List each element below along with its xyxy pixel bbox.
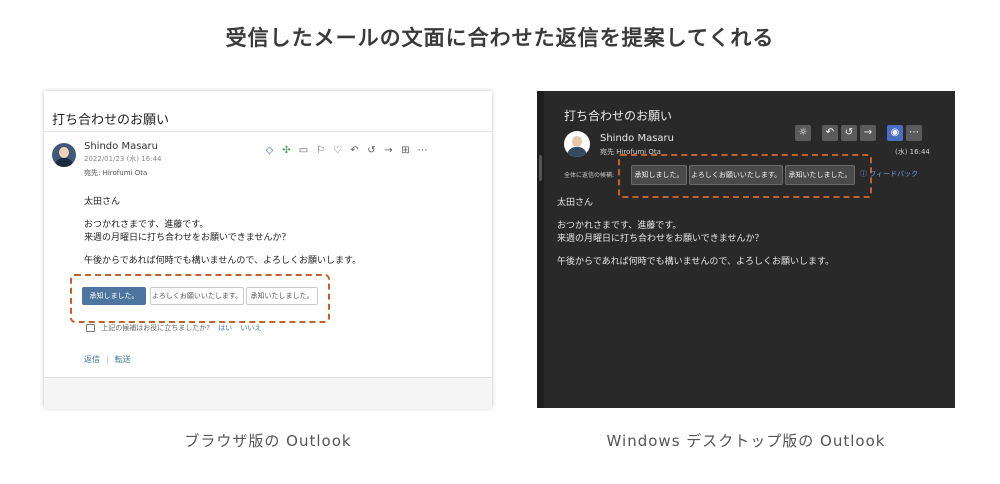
feedback-link-label: フィードバック — [869, 170, 919, 178]
email-subject: 打ち合わせのお願い — [564, 109, 673, 123]
body-greeting: 太田さん — [84, 197, 121, 207]
sender-name[interactable]: Shindo Masaru — [84, 141, 158, 152]
suggested-replies-label: 全体に返信の候補: — [564, 172, 615, 179]
body-line: 午後からであれば何時でも構いませんので、よろしくお願いします。 — [84, 256, 362, 266]
message-toolbar: ☼ ↶ ↺ → ◉ ⋯ — [795, 125, 922, 141]
message-toolbar: ◇ ✣ ▭ ⚐ ♡ ↶ ↺ → ⊞ ⋯ — [264, 145, 428, 156]
comment-icon — [86, 324, 95, 332]
forward-link[interactable]: 転送 — [115, 355, 131, 364]
reply-actions: 返信 | 転送 — [84, 354, 131, 365]
body-line: おつかれさまです、進藤です。 — [557, 221, 682, 231]
body-line: おつかれさまです、進藤です。 — [84, 220, 209, 230]
sender-name[interactable]: Shindo Masaru — [600, 133, 674, 144]
reply-all-icon[interactable]: ↺ — [366, 145, 377, 156]
email-date: (水) 16:44 — [895, 148, 930, 156]
suggested-reply-button[interactable]: 承知いたしました。 — [246, 287, 318, 305]
feedback-yes-link[interactable]: はい — [218, 324, 232, 332]
avatar — [564, 131, 590, 157]
suggested-reply-button[interactable]: よろしくお願いいたします。 — [150, 287, 244, 305]
like-icon[interactable]: ♡ — [332, 145, 343, 156]
reply-all-icon[interactable]: ↺ — [841, 125, 857, 141]
suggested-reply-button[interactable]: よろしくお願いいたします。 — [689, 165, 783, 185]
tag-icon[interactable]: ▭ — [298, 145, 309, 156]
body-line: 午後からであれば何時でも構いませんので、よろしくお願いします。 — [557, 257, 835, 267]
more-icon[interactable]: ⋯ — [906, 125, 922, 141]
caption-desktop: Windows デスクトップ版の Outlook — [606, 432, 886, 450]
flag-icon[interactable]: ⚐ — [315, 145, 326, 156]
resize-handle[interactable] — [539, 155, 542, 181]
reply-icon[interactable]: ↶ — [349, 145, 360, 156]
body-greeting: 太田さん — [557, 198, 594, 208]
bottom-bar — [44, 377, 492, 409]
grid-icon[interactable]: ⊞ — [400, 145, 411, 156]
separator: | — [106, 355, 109, 364]
email-body: 太田さん おつかれさまです、進藤です。 来週の月曜日に打ち合わせをお願いできませ… — [84, 196, 361, 278]
pane-edge — [537, 91, 544, 408]
caption-browser: ブラウザ版の Outlook — [184, 432, 352, 450]
feedback-no-link[interactable]: いいえ — [240, 324, 261, 332]
feedback-link[interactable]: ⓘ フィードバック — [860, 169, 918, 179]
email-body: 太田さん おつかれさまです、進藤です。 来週の月曜日に打ち合わせをお願いできませ… — [557, 197, 834, 279]
suggested-reply-button[interactable]: 承知いたしました。 — [785, 165, 855, 185]
forward-icon[interactable]: → — [860, 125, 876, 141]
divider — [44, 131, 492, 132]
teams-icon[interactable]: ◉ — [887, 125, 903, 141]
suggestion-feedback: 上記の候補はお役に立ちましたか? はい いいえ — [86, 323, 261, 333]
page-headline: 受信したメールの文面に合わせた返信を提案してくれる — [225, 26, 775, 50]
feedback-question: 上記の候補はお役に立ちましたか? — [101, 324, 210, 332]
body-line: 来週の月曜日に打ち合わせをお願いできませんか？ — [557, 234, 764, 244]
apps-icon[interactable]: ✣ — [281, 145, 292, 156]
reply-icon[interactable]: ↶ — [822, 125, 838, 141]
desktop-outlook-panel: 打ち合わせのお願い Shindo Masaru 宛先 Hirofumi Ota … — [537, 91, 955, 408]
translate-icon[interactable]: ◇ — [264, 145, 275, 156]
suggested-reply-button[interactable]: 承知しました。 — [82, 287, 146, 305]
sparkle-icon[interactable]: ☼ — [795, 125, 811, 141]
email-date: 2022/01/23 (水) 16:44 — [84, 155, 162, 163]
recipient: 宛先: Hirofumi Ota — [84, 169, 148, 177]
reply-link[interactable]: 返信 — [84, 355, 100, 364]
email-subject: 打ち合わせのお願い — [52, 113, 170, 128]
body-line: 来週の月曜日に打ち合わせをお願いできませんか？ — [84, 233, 291, 243]
forward-icon[interactable]: → — [383, 145, 394, 156]
suggested-reply-button[interactable]: 承知しました。 — [631, 165, 687, 185]
more-icon[interactable]: ⋯ — [417, 145, 428, 156]
web-outlook-panel: 打ち合わせのお願い Shindo Masaru 2022/01/23 (水) 1… — [44, 91, 492, 409]
info-icon: ⓘ — [860, 170, 870, 178]
avatar — [52, 143, 76, 167]
